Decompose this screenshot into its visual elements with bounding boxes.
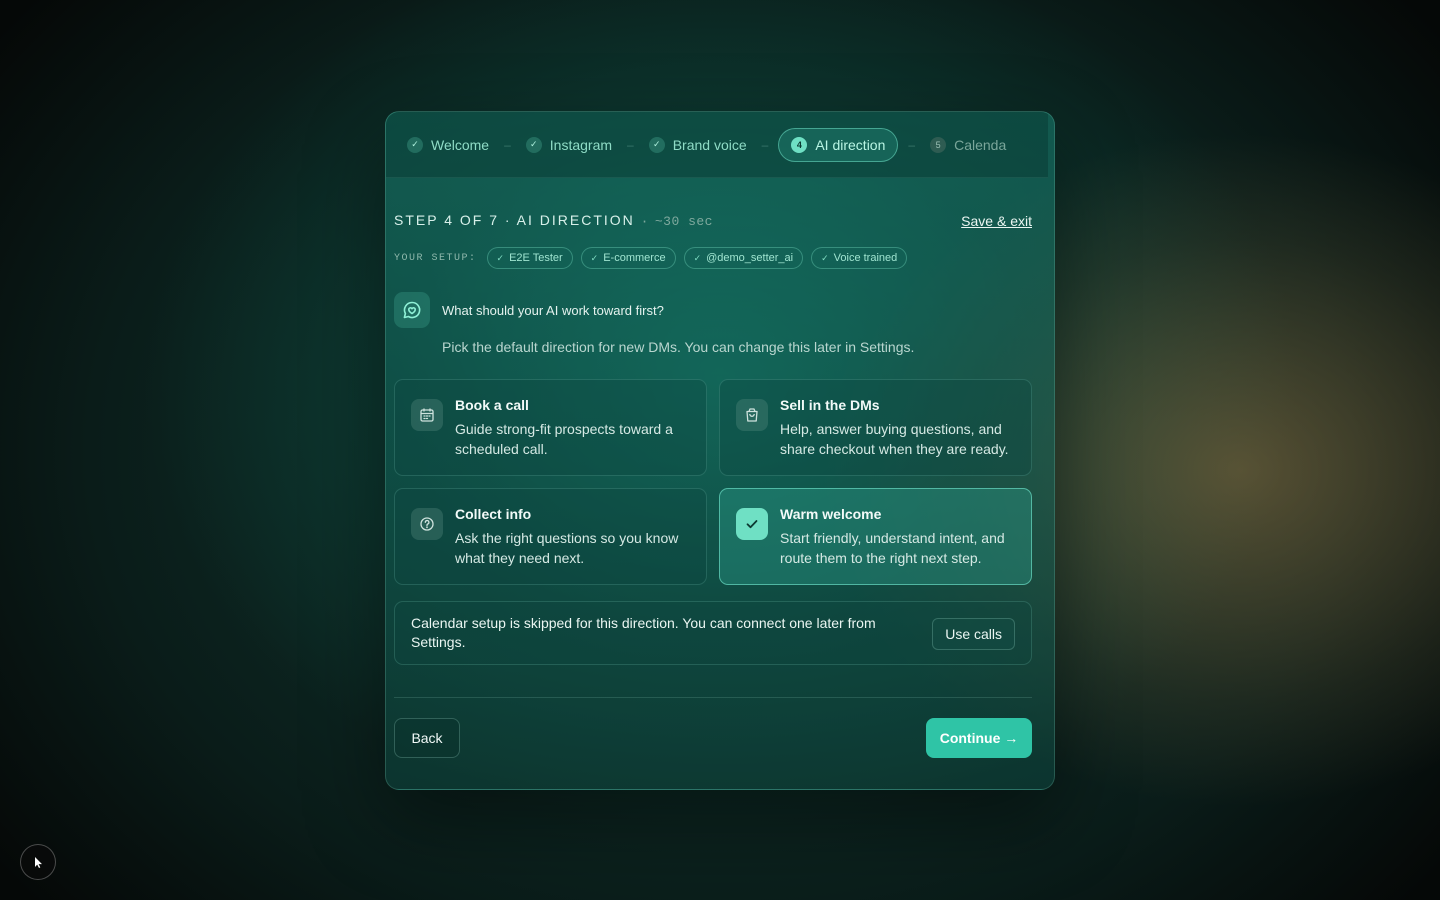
step-title-text: STEP 4 OF 7 · AI DIRECTION [394,212,635,228]
step-welcome[interactable]: ✓ Welcome [402,128,494,162]
option-book-a-call[interactable]: Book a call Guide strong-fit prospects t… [394,379,707,476]
back-button[interactable]: Back [394,718,460,758]
chip-label: Voice trained [833,252,898,264]
step-brand-voice[interactable]: ✓ Brand voice [644,128,752,162]
step-label: AI direction [815,136,886,153]
question-text: What should your AI work toward first? [442,302,664,318]
step-separator: – [504,137,511,152]
step-dot: · [640,214,649,229]
step-label: Calenda [954,136,1007,153]
option-title: Warm welcome [780,506,882,522]
step-number: 5 [930,136,947,153]
option-title: Collect info [455,506,532,522]
chip-label: E2E Tester [509,252,563,264]
continue-button[interactable]: Continue → [926,718,1032,758]
chip-label: E-commerce [603,252,666,264]
calendar-icon [411,399,443,431]
divider [394,697,1032,698]
onboarding-card: ✓ Welcome – ✓ Instagram – ✓ Brand voice … [385,111,1055,790]
question: What should your AI work toward first? [394,292,664,328]
setup-chip: ✓ E-commerce [580,247,676,269]
option-collect-info[interactable]: Collect info Ask the right questions so … [394,488,707,585]
question-hint: Pick the default direction for new DMs. … [442,339,915,355]
step-separator: – [908,137,916,152]
option-sell-in-dms[interactable]: Sell in the DMs Help, answer buying ques… [719,379,1032,476]
chip-label: @demo_setter_ai [706,252,794,264]
cursor-toggle-button[interactable] [20,844,56,880]
step-title: STEP 4 OF 7 · AI DIRECTION · ~30 sec [394,212,713,229]
step-time: ~30 sec [654,214,713,229]
use-calls-button[interactable]: Use calls [932,618,1015,650]
check-icon: ✓ [648,136,665,153]
option-warm-welcome[interactable]: Warm welcome Start friendly, understand … [719,488,1032,585]
check-icon: ✓ [496,252,505,263]
notice-text: Calendar setup is skipped for this direc… [411,615,876,650]
check-icon [736,508,768,540]
option-title: Sell in the DMs [780,397,880,413]
step-number: 4 [791,136,808,153]
step-calendar[interactable]: 5 Calenda [925,128,1011,162]
check-icon: ✓ [525,136,542,153]
option-description: Start friendly, understand intent, and r… [780,530,1005,566]
stepper: ✓ Welcome – ✓ Instagram – ✓ Brand voice … [386,112,1048,178]
step-separator: – [761,137,769,152]
check-icon: ✓ [590,252,599,263]
step-label: Welcome [431,136,490,153]
setup-label: YOUR SETUP: [394,252,477,264]
step-header: STEP 4 OF 7 · AI DIRECTION · ~30 sec Sav… [394,212,1032,229]
step-label: Brand voice [672,136,747,153]
calendar-notice: Calendar setup is skipped for this direc… [394,601,1032,665]
pointer-icon [35,857,42,868]
option-description: Guide strong-fit prospects toward a sche… [455,421,673,457]
option-title: Book a call [455,397,529,413]
shopping-bag-icon [736,399,768,431]
setup-summary: YOUR SETUP: ✓ E2E Tester ✓ E-commerce ✓ @de… [394,247,908,269]
step-instagram[interactable]: ✓ Instagram [521,128,617,162]
check-icon: ✓ [821,252,829,263]
setup-chip: ✓ E2E Tester [486,247,573,269]
chat-heart-icon [394,292,430,328]
check-icon: ✓ [407,136,423,153]
option-description: Help, answer buying questions, and share… [780,421,1009,457]
save-exit-link[interactable]: Save & exit [961,213,1032,229]
step-label: Instagram [549,136,613,153]
question-circle-icon [411,508,443,540]
step-ai-direction[interactable]: 4 AI direction [778,127,899,162]
option-description: Ask the right questions so you know what… [455,530,679,566]
step-separator: – [627,137,634,152]
setup-chip: ✓ @demo_setter_ai [683,247,804,269]
check-icon: ✓ [693,252,702,263]
setup-chip: ✓ Voice trained [811,247,908,269]
